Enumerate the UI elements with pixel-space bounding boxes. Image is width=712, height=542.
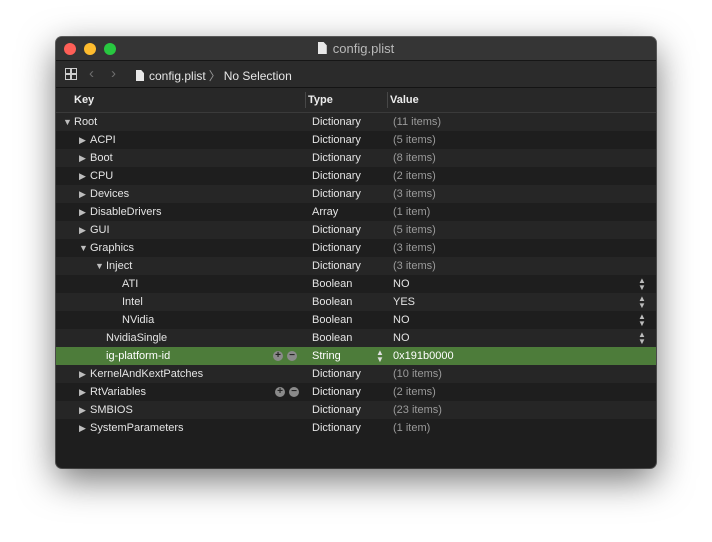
table-row-selected[interactable]: ig-platform-id + − String ▲ ▼ 0x191b0000 bbox=[56, 347, 656, 365]
table-row[interactable]: Intel Boolean YES ▲ ▼ bbox=[56, 293, 656, 311]
plist-editor-window: config.plist ‹ › config.plist 〉 No Selecti… bbox=[56, 37, 656, 468]
disclosure-triangle-collapsed-icon[interactable]: ▶ bbox=[79, 225, 90, 236]
table-row[interactable]: ▶ Boot Dictionary (8 items) bbox=[56, 149, 656, 167]
value-stepper-icon[interactable]: ▲ ▼ bbox=[638, 313, 646, 328]
table-row[interactable]: ▶ Devices Dictionary (3 items) bbox=[56, 185, 656, 203]
title-bar: config.plist bbox=[56, 37, 656, 61]
table-row[interactable]: NVidia Boolean NO ▲ ▼ bbox=[56, 311, 656, 329]
grid-icon[interactable] bbox=[65, 68, 77, 80]
column-key-header[interactable]: Key bbox=[74, 94, 94, 106]
disclosure-triangle-collapsed-icon[interactable]: ▶ bbox=[79, 153, 90, 164]
add-item-icon[interactable]: + bbox=[275, 387, 285, 397]
document-icon bbox=[136, 70, 144, 81]
breadcrumb-file[interactable]: config.plist bbox=[149, 69, 206, 83]
jump-bar: ‹ › config.plist 〉 No Selection bbox=[56, 61, 656, 88]
column-header: Key Type Value bbox=[56, 88, 656, 113]
table-row[interactable]: ▶ KernelAndKextPatches Dictionary (10 ite… bbox=[56, 365, 656, 383]
breadcrumb: config.plist 〉 No Selection bbox=[136, 67, 292, 84]
table-row[interactable]: ▶ CPU Dictionary (2 items) bbox=[56, 167, 656, 185]
disclosure-triangle-collapsed-icon[interactable]: ▶ bbox=[79, 423, 90, 434]
disclosure-triangle-expanded-icon[interactable]: ▼ bbox=[79, 243, 90, 253]
disclosure-triangle-expanded-icon[interactable]: ▼ bbox=[95, 261, 106, 271]
disclosure-triangle-collapsed-icon[interactable]: ▶ bbox=[79, 207, 90, 218]
table-row[interactable]: ▼ Root Dictionary (11 items) bbox=[56, 113, 656, 131]
value-stepper-icon[interactable]: ▲ ▼ bbox=[638, 331, 646, 346]
type-stepper-icon[interactable]: ▲ ▼ bbox=[376, 349, 384, 364]
disclosure-triangle-expanded-icon[interactable]: ▼ bbox=[63, 117, 74, 127]
breadcrumb-selection[interactable]: No Selection bbox=[224, 69, 292, 83]
disclosure-triangle-collapsed-icon[interactable]: ▶ bbox=[79, 135, 90, 146]
value-stepper-icon[interactable]: ▲ ▼ bbox=[638, 295, 646, 310]
table-row[interactable]: ▼ Graphics Dictionary (3 items) bbox=[56, 239, 656, 257]
table-row[interactable]: ▶ SMBIOS Dictionary (23 items) bbox=[56, 401, 656, 419]
disclosure-triangle-collapsed-icon[interactable]: ▶ bbox=[79, 387, 90, 398]
table-row[interactable]: ▶ GUI Dictionary (5 items) bbox=[56, 221, 656, 239]
add-item-icon[interactable]: + bbox=[273, 351, 283, 361]
table-row[interactable]: ▶ SystemParameters Dictionary (1 item) bbox=[56, 419, 656, 437]
column-type-header[interactable]: Type bbox=[308, 94, 333, 106]
disclosure-triangle-collapsed-icon[interactable]: ▶ bbox=[79, 369, 90, 380]
table-row[interactable]: ▶ RtVariables + − Dictionary (2 items) bbox=[56, 383, 656, 401]
breadcrumb-separator: 〉 bbox=[208, 69, 221, 83]
table-row[interactable]: NvidiaSingle Boolean NO ▲ ▼ bbox=[56, 329, 656, 347]
table-row[interactable]: ATI Boolean NO ▲ ▼ bbox=[56, 275, 656, 293]
window-title: config.plist bbox=[56, 41, 656, 56]
chevron-right-icon[interactable]: › bbox=[111, 65, 116, 82]
document-icon bbox=[317, 42, 327, 54]
disclosure-triangle-collapsed-icon[interactable]: ▶ bbox=[79, 171, 90, 182]
column-divider[interactable] bbox=[387, 92, 388, 108]
chevron-left-icon[interactable]: ‹ bbox=[89, 65, 94, 82]
table-row[interactable]: ▶ DisableDrivers Array (1 item) bbox=[56, 203, 656, 221]
table-row[interactable]: ▶ ACPI Dictionary (5 items) bbox=[56, 131, 656, 149]
plist-outline: ▼ Root Dictionary (11 items) ▶ ACPI Dictio… bbox=[56, 113, 656, 437]
value-stepper-icon[interactable]: ▲ ▼ bbox=[638, 277, 646, 292]
column-value-header[interactable]: Value bbox=[390, 94, 419, 106]
disclosure-triangle-collapsed-icon[interactable]: ▶ bbox=[79, 189, 90, 200]
table-row[interactable]: ▼ Inject Dictionary (3 items) bbox=[56, 257, 656, 275]
disclosure-triangle-collapsed-icon[interactable]: ▶ bbox=[79, 405, 90, 416]
remove-item-icon[interactable]: − bbox=[287, 351, 297, 361]
column-divider[interactable] bbox=[305, 92, 306, 108]
remove-item-icon[interactable]: − bbox=[289, 387, 299, 397]
